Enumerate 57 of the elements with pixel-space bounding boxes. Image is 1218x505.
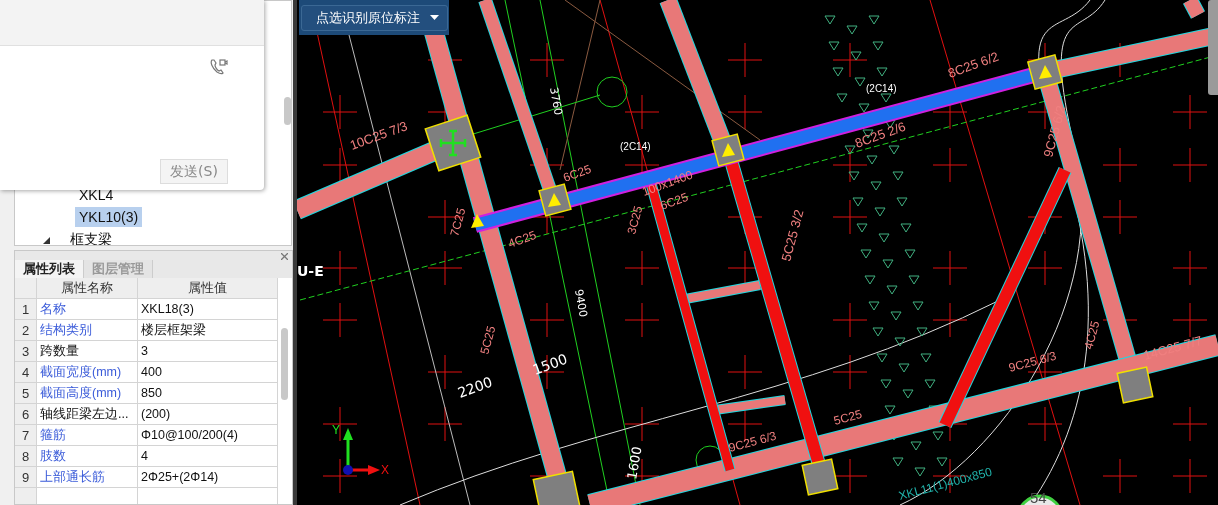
tree-item[interactable]: YKL10(3): [75, 207, 143, 227]
property-name: 结构类别: [37, 320, 138, 341]
caret-icon: [429, 15, 439, 20]
property-name: 名称: [37, 299, 138, 320]
property-name: 截面高度(mm): [37, 383, 138, 404]
row-number: 6: [15, 404, 37, 425]
row-number: 7: [15, 425, 37, 446]
close-icon[interactable]: [281, 253, 288, 260]
property-name: 截面宽度(mm): [37, 362, 138, 383]
row-number: 8: [15, 446, 37, 467]
rebar-annotation: 14C25 7/7: [1141, 332, 1204, 363]
dimension-label: 1600: [624, 445, 645, 481]
rebar-annotation: 5C25: [477, 324, 499, 356]
property-name: 跨数量: [37, 341, 138, 362]
property-name: 箍筋: [37, 425, 138, 446]
dimension-label: 9400: [572, 288, 590, 319]
collapse-triangle-icon[interactable]: [43, 236, 50, 244]
property-name: 轴线距梁左边...: [37, 404, 138, 425]
dimension-label: 3760: [547, 86, 565, 117]
panel-tab[interactable]: 属性列表: [15, 260, 84, 278]
rebar-annotation: 9C25 6/2: [1040, 103, 1069, 159]
row-number: 2: [15, 320, 37, 341]
rebar-annotation: 9C25 6/3: [727, 428, 778, 455]
rebar-annotation: (2C14): [866, 83, 897, 94]
rebar-annotation: 6C25: [561, 161, 593, 185]
rebar-annotation: 3C25: [624, 204, 646, 236]
axis-arrows: [343, 428, 380, 475]
rebar-annotation: 5C25: [832, 406, 864, 428]
column-header: 属性值: [138, 278, 278, 299]
video-call-icon[interactable]: [210, 58, 228, 75]
rebar-annotation: 5C25 3/2: [778, 207, 807, 263]
axis-label: U-E: [297, 263, 324, 279]
rebar-annotation: 4C25: [506, 227, 538, 251]
axis-label: X: [381, 463, 389, 477]
axis-label: Y: [332, 423, 340, 437]
selected-beam[interactable]: [471, 53, 1064, 233]
rebar-annotation: 4C25: [1081, 319, 1103, 351]
rebar-annotation: 8C25 6/2: [945, 48, 1001, 81]
row-number: 9: [15, 467, 37, 488]
rebar-annotation: 7C25: [447, 206, 469, 238]
command-dropdown[interactable]: 点选识别原位标注: [300, 4, 448, 31]
property-name: 上部通长筋: [37, 467, 138, 488]
rebar-annotation: (2C14): [620, 141, 651, 152]
column-header: 属性名称: [37, 278, 138, 299]
scrollbar-thumb[interactable]: [281, 328, 288, 400]
rebar-annotation: 9C25 6/3: [1007, 348, 1058, 375]
dimension-label: 1500: [530, 350, 570, 378]
row-number: 3: [15, 341, 37, 362]
row-number: 1: [15, 299, 37, 320]
row-number: 5: [15, 383, 37, 404]
rebar-annotation: 8C25 2/6: [852, 118, 908, 151]
scrollbar-thumb[interactable]: [284, 97, 291, 125]
zoom-level: 54: [1030, 489, 1047, 505]
row-number: 4: [15, 362, 37, 383]
dimension-label: 2200: [455, 373, 495, 401]
rebar-annotation: 10C25 7/3: [347, 118, 410, 153]
property-name: 肢数: [37, 446, 138, 467]
